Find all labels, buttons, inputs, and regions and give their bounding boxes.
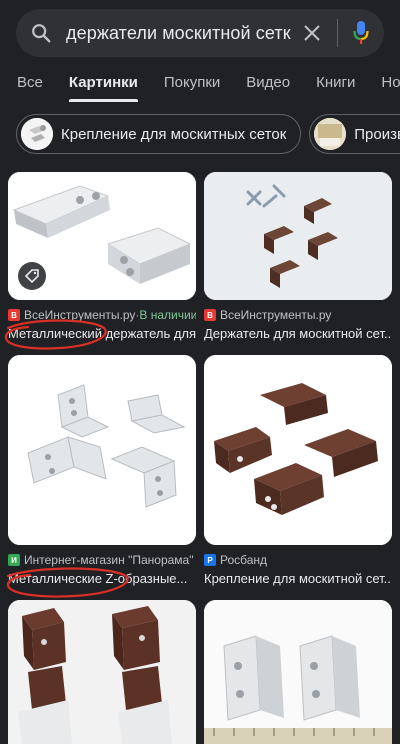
source-name: Интернет-магазин "Панорама" · bbox=[24, 553, 196, 567]
result-title[interactable]: Металлические Z-образные... bbox=[8, 570, 196, 588]
result-card[interactable] bbox=[204, 600, 392, 744]
result-source: В ВсеИнструменты.ру bbox=[204, 306, 392, 324]
result-image[interactable] bbox=[8, 172, 196, 300]
chip-thumbnail bbox=[314, 118, 347, 150]
result-image[interactable] bbox=[204, 355, 392, 545]
in-stock-label: В наличии bbox=[139, 308, 196, 322]
result-image[interactable] bbox=[8, 600, 196, 744]
microphone-icon[interactable] bbox=[350, 20, 372, 46]
tag-icon bbox=[18, 262, 46, 290]
related-chips: Крепление для москитных сеток Произво bbox=[16, 114, 400, 154]
search-divider bbox=[337, 19, 338, 47]
result-image[interactable] bbox=[204, 172, 392, 300]
clear-icon[interactable] bbox=[301, 22, 323, 44]
tab-all[interactable]: Все bbox=[0, 58, 56, 106]
search-bar[interactable]: держатели москитной сетк bbox=[16, 9, 384, 57]
source-name: ВсеИнструменты.ру bbox=[220, 308, 332, 322]
chip-mounting[interactable]: Крепление для москитных сеток bbox=[16, 114, 302, 154]
result-source: P Росбанд bbox=[204, 551, 392, 569]
result-source: И Интернет-магазин "Панорама" · bbox=[8, 551, 196, 569]
result-title[interactable]: Металлический держатель для... bbox=[8, 325, 196, 343]
tab-images[interactable]: Картинки bbox=[56, 58, 151, 106]
result-card[interactable]: В ВсеИнструменты.ру · В наличии Металлич… bbox=[8, 172, 196, 343]
result-source: В ВсеИнструменты.ру · В наличии bbox=[8, 306, 196, 324]
result-image[interactable] bbox=[8, 355, 196, 545]
tab-books[interactable]: Книги bbox=[303, 58, 368, 106]
favicon-icon: В bbox=[204, 309, 216, 321]
search-tabs: Все Картинки Покупки Видео Книги Но bbox=[0, 58, 400, 106]
chip-label: Произво bbox=[354, 125, 400, 143]
result-card[interactable]: P Росбанд Крепление для москитной сет... bbox=[204, 355, 392, 588]
result-card[interactable]: В ВсеИнструменты.ру Держатель для москит… bbox=[204, 172, 392, 343]
favicon-icon: В bbox=[8, 309, 20, 321]
result-title[interactable]: Держатель для москитной сет... bbox=[204, 325, 392, 343]
chip-label: Крепление для москитных сеток bbox=[61, 125, 287, 143]
tab-video[interactable]: Видео bbox=[233, 58, 303, 106]
chip-thumbnail bbox=[21, 118, 53, 150]
search-icon[interactable] bbox=[30, 22, 52, 44]
result-card[interactable]: И Интернет-магазин "Панорама" · Металлич… bbox=[8, 355, 196, 588]
result-image[interactable] bbox=[204, 600, 392, 744]
tab-shopping[interactable]: Покупки bbox=[151, 58, 233, 106]
search-input[interactable]: держатели москитной сетк bbox=[66, 23, 293, 44]
result-title[interactable]: Крепление для москитной сет... bbox=[204, 570, 392, 588]
favicon-icon: И bbox=[8, 554, 20, 566]
result-card[interactable] bbox=[8, 600, 196, 744]
favicon-icon: P bbox=[204, 554, 216, 566]
chip-manufacturer[interactable]: Произво bbox=[309, 114, 400, 154]
source-name: Росбанд bbox=[220, 553, 268, 567]
tab-news[interactable]: Но bbox=[368, 58, 400, 106]
source-name: ВсеИнструменты.ру bbox=[24, 308, 136, 322]
